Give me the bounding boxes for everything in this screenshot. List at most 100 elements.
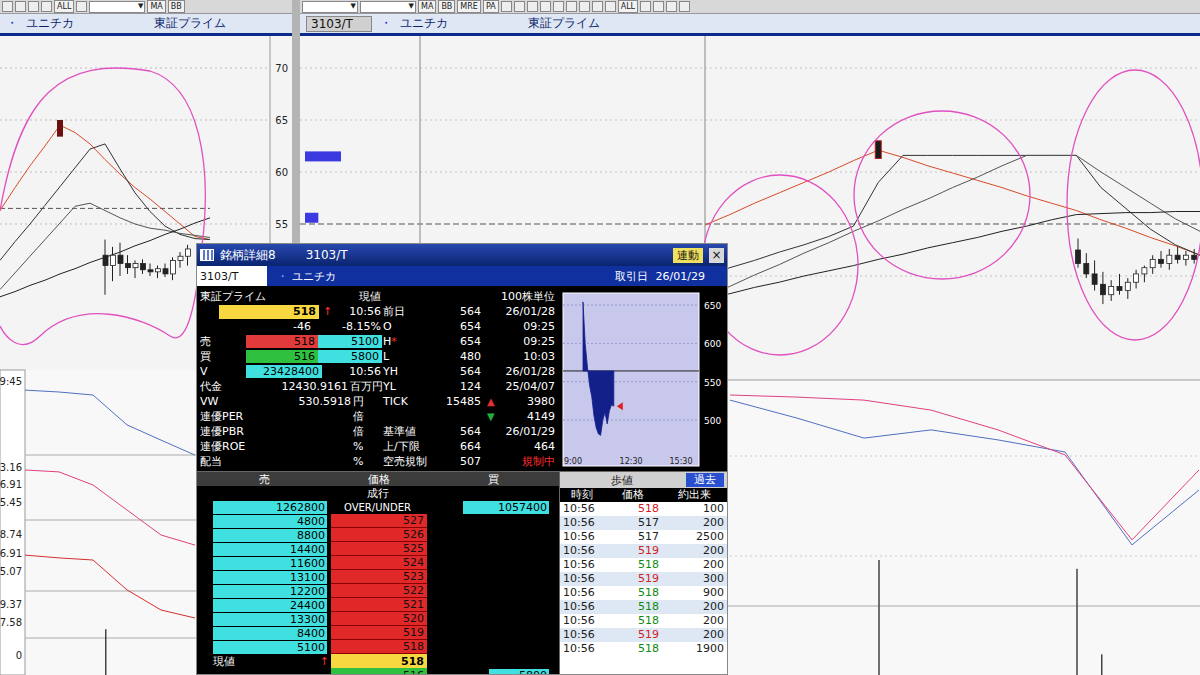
tool-icon[interactable] (2, 1, 13, 12)
candle (1125, 282, 1130, 290)
tool-icon[interactable] (605, 1, 616, 12)
order-book-header: 売価格買 (197, 472, 559, 486)
toolbar-dropdown[interactable]: ▼ (89, 1, 145, 13)
tool-icon[interactable] (666, 1, 677, 12)
order-book-row[interactable]: 24400 521 (197, 598, 559, 612)
toolbar-button[interactable]: MA (418, 0, 436, 13)
sell-cell (197, 668, 331, 674)
order-book-row[interactable]: 1262800 OVER/UNDER 1057400 (197, 500, 559, 514)
tool-icon[interactable] (553, 1, 564, 12)
symbol-field[interactable]: 3103/T (197, 266, 267, 286)
chart-toolbar: ALL ▼MABB (0, 0, 292, 14)
tool-icon[interactable] (41, 1, 52, 12)
toolbar-button[interactable]: MRE (457, 0, 481, 13)
tool-icon[interactable] (514, 1, 525, 12)
order-book-row[interactable]: 13300 520 (197, 612, 559, 626)
y-tick: 650 (704, 301, 721, 311)
toolbar-dropdown[interactable]: ▼ (302, 1, 358, 13)
stock-code[interactable]: 3103/T (306, 16, 372, 32)
y-tick: 55 (275, 219, 288, 230)
quote-row: 代金 12430.9161 百万円 (200, 379, 383, 394)
y-tick: 70 (275, 63, 288, 74)
buy-cell (427, 612, 559, 626)
toolbar-button[interactable]: BB (168, 0, 185, 13)
field-label: 上/下限 (383, 440, 439, 454)
price-cell: 519 (331, 626, 427, 640)
indicator-label: 9:45 (0, 376, 22, 387)
side-label: 買 (200, 350, 246, 364)
order-book-row[interactable]: 13100 523 (197, 570, 559, 584)
order-book-row[interactable]: 現値 ↑ 518 (197, 654, 559, 668)
tool-icon[interactable] (579, 1, 590, 12)
order-book-row[interactable]: 成行 (197, 486, 559, 500)
trade-price: 518 (604, 558, 662, 572)
buy-cell (427, 640, 559, 654)
order-book-row[interactable]: 5100 518 (197, 640, 559, 654)
market-name: 東証プライム (200, 290, 266, 304)
up-arrow-icon: ↑ (323, 305, 332, 319)
history-button[interactable]: 過去 (686, 473, 724, 487)
side-label: 売 (200, 335, 246, 349)
price-cell: 516 (331, 668, 427, 674)
trade-row: 10:56 519 200 (560, 628, 727, 642)
quote-row: 上/下限 664 464 (383, 439, 555, 454)
price-cell: OVER/UNDER (331, 500, 427, 514)
toolbar-button[interactable]: PA (483, 0, 499, 13)
tool-icon[interactable] (15, 1, 26, 12)
field-value: 480 (439, 350, 481, 364)
order-book-row[interactable]: 8400 519 (197, 626, 559, 640)
tick-mark-icon: ▼ (487, 410, 495, 424)
toolbar-button[interactable]: ALL (618, 0, 638, 13)
field-value: 564 (439, 425, 481, 439)
order-book-row[interactable]: 8800 526 (197, 528, 559, 542)
intraday-area (583, 302, 614, 436)
close-button[interactable]: × (709, 248, 724, 263)
tool-icon[interactable] (76, 1, 87, 12)
symbol-bar: 3103/T ・ ユニチカ 取引日 26/01/29 (197, 266, 727, 286)
column-header: 価格 (604, 488, 662, 502)
tool-icon[interactable] (640, 1, 651, 12)
sell-qty: 14400 (213, 543, 327, 556)
volume-value: 23428400 (246, 365, 322, 378)
candle (1142, 268, 1147, 274)
tool-icon[interactable] (540, 1, 551, 12)
field-extra: 26/01/29 (481, 425, 555, 439)
toolbar-dropdown[interactable]: ▼ (360, 1, 416, 13)
tool-icon[interactable] (653, 1, 664, 12)
candle (1100, 284, 1105, 294)
field-unit: 倍 (351, 410, 383, 424)
column-header: 価格 (331, 472, 427, 486)
quote-row: 518 ↑ 10:56 (200, 304, 383, 319)
tool-icon[interactable] (501, 1, 512, 12)
order-book-row[interactable]: 14400 525 (197, 542, 559, 556)
order-book-row[interactable]: 516 5800 (197, 668, 559, 674)
buy-cell (427, 486, 559, 500)
chart-line (705, 150, 1200, 255)
order-book-row[interactable]: 11600 524 (197, 556, 559, 570)
bullet-icon: ・ (380, 15, 392, 32)
chart-title-bar: 3103/T ・ ユニチカ 東証プライム (300, 14, 1200, 36)
tool-icon[interactable] (527, 1, 538, 12)
toolbar-button[interactable]: MA (147, 0, 165, 13)
tool-icon[interactable] (592, 1, 603, 12)
window-title-code: 3103/T (306, 248, 348, 262)
field-extra-value: 規制中 (522, 455, 555, 469)
order-book-row[interactable]: 12200 522 (197, 584, 559, 598)
candle (1175, 255, 1180, 259)
link-toggle[interactable]: 連動 (673, 248, 703, 263)
toolbar-button[interactable]: ALL (54, 0, 74, 13)
time-sales-tab[interactable]: 歩値 (611, 473, 633, 488)
stock-detail-window[interactable]: 銘柄詳細8 3103/T 連動 × 3103/T ・ ユニチカ 取引日 26/0… (196, 243, 728, 675)
candle (1192, 255, 1197, 259)
title-bar[interactable]: 銘柄詳細8 3103/T 連動 × (197, 244, 727, 266)
tool-icon[interactable] (566, 1, 577, 12)
tool-icon[interactable] (28, 1, 39, 12)
stock-name: ユニチカ (400, 15, 520, 32)
field-value: 507 (439, 455, 481, 469)
tool-icon[interactable] (679, 1, 690, 12)
signal-candle (57, 120, 63, 137)
toolbar-button[interactable]: BB (438, 0, 455, 13)
field-extra: 09:25 (481, 320, 555, 334)
order-book-row[interactable]: 4800 527 (197, 514, 559, 528)
field-extra-value: 4149 (527, 410, 555, 424)
